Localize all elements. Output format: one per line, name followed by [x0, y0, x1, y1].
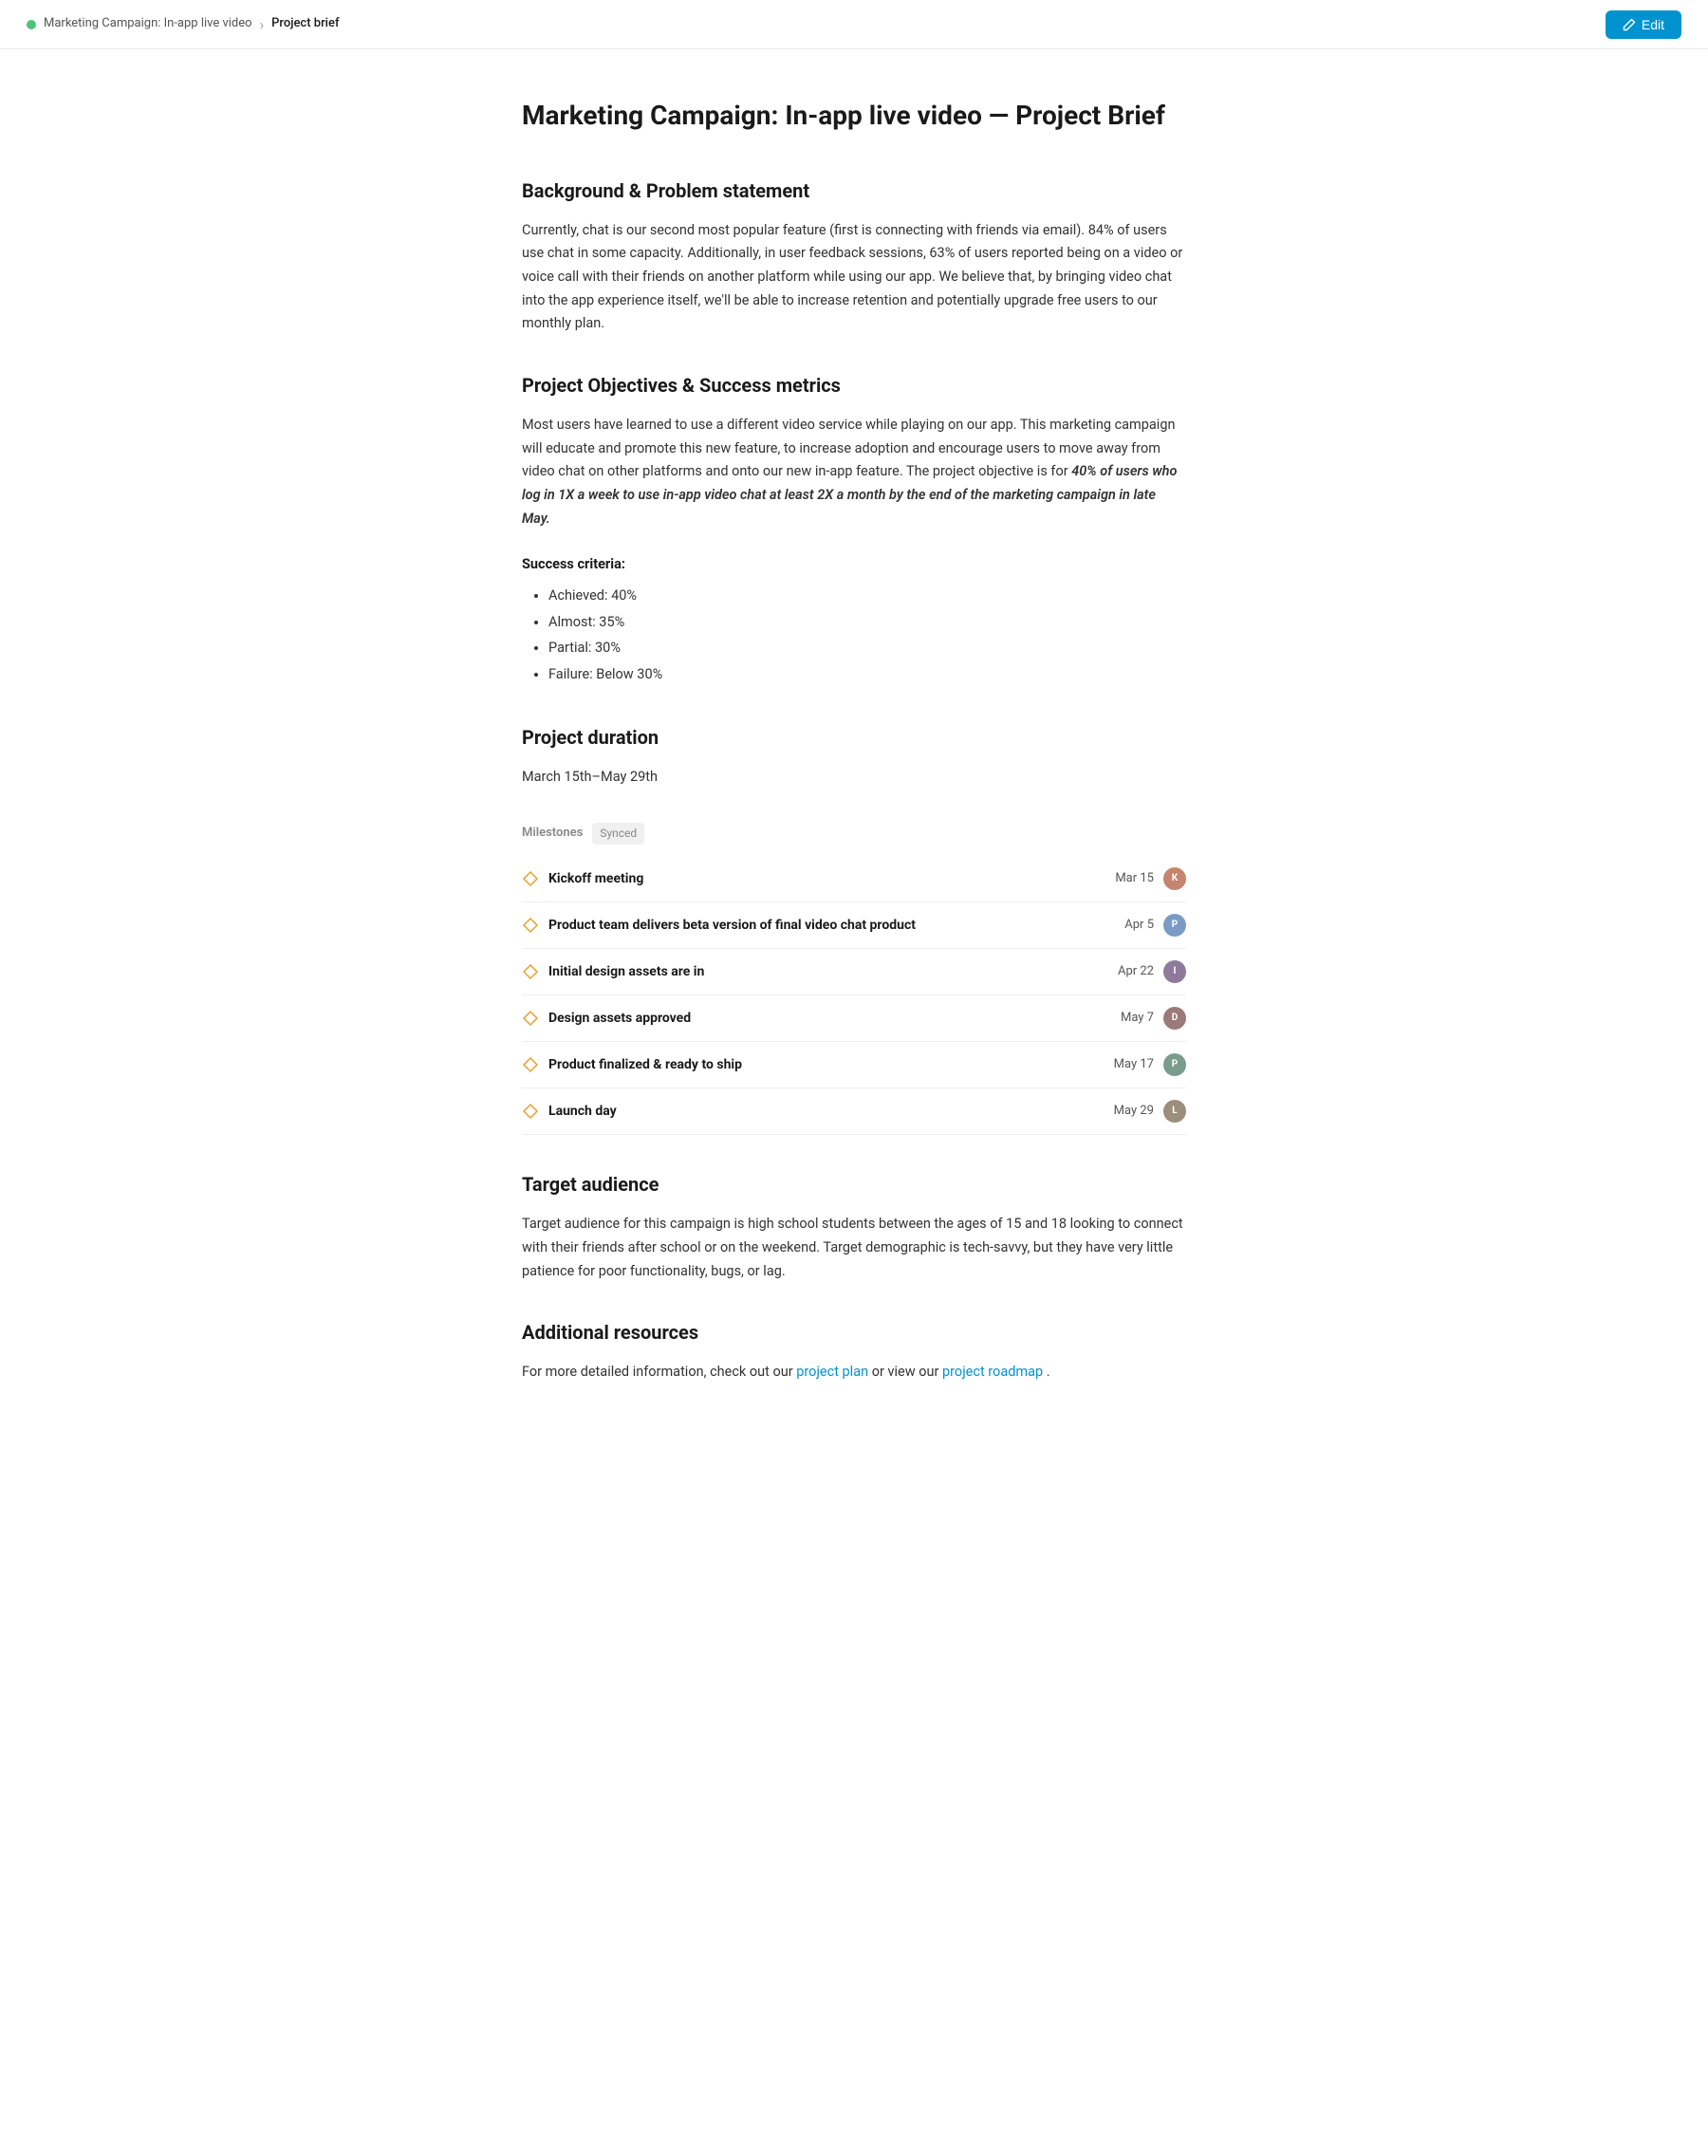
edit-button[interactable]: Edit	[1606, 10, 1681, 39]
target-heading: Target audience	[522, 1169, 1186, 1199]
milestone-left: Product finalized & ready to ship	[522, 1054, 742, 1075]
milestone-right: Apr 22 I	[1118, 960, 1186, 983]
milestone-row: Kickoff meeting Mar 15 K	[522, 856, 1186, 902]
resources-heading: Additional resources	[522, 1317, 1186, 1348]
section-resources: Additional resources For more detailed i…	[522, 1317, 1186, 1385]
page-content: Marketing Campaign: In-app live video — …	[484, 0, 1224, 1495]
milestone-right: May 17 P	[1114, 1053, 1186, 1076]
milestone-title: Kickoff meeting	[548, 868, 643, 889]
milestone-title: Product team delivers beta version of fi…	[548, 915, 916, 936]
milestone-icon	[522, 917, 539, 934]
milestone-date: Apr 22	[1118, 962, 1154, 982]
milestone-title: Launch day	[548, 1101, 617, 1122]
milestone-row: Initial design assets are in Apr 22 I	[522, 949, 1186, 995]
resources-text-before: For more detailed information, check out…	[522, 1364, 793, 1380]
list-item: Achieved: 40%	[548, 583, 1186, 609]
list-item: Almost: 35%	[548, 609, 1186, 636]
milestones-section: Milestones Synced Kickoff meeting Mar 15…	[522, 823, 1186, 1135]
milestone-left: Kickoff meeting	[522, 868, 643, 889]
duration-heading: Project duration	[522, 722, 1186, 753]
milestone-right: Apr 5 P	[1124, 914, 1186, 937]
milestone-icon	[522, 1056, 539, 1073]
milestone-right: May 7 D	[1121, 1007, 1186, 1030]
synced-badge: Synced	[592, 823, 644, 845]
section-objectives: Project Objectives & Success metrics Mos…	[522, 370, 1186, 688]
breadcrumb-separator: ›	[260, 13, 265, 36]
section-background: Background & Problem statement Currently…	[522, 176, 1186, 336]
milestone-row: Launch day May 29 L	[522, 1088, 1186, 1135]
milestones-label: Milestones	[522, 824, 583, 844]
milestone-row: Design assets approved May 7 D	[522, 995, 1186, 1042]
milestone-date: Mar 15	[1115, 869, 1154, 889]
milestone-row: Product finalized & ready to ship May 17…	[522, 1042, 1186, 1088]
breadcrumb-current: Project brief	[271, 14, 339, 34]
milestone-icon	[522, 1010, 539, 1027]
avatar: K	[1163, 867, 1186, 890]
milestone-left: Product team delivers beta version of fi…	[522, 915, 916, 936]
list-item: Failure: Below 30%	[548, 661, 1186, 688]
background-heading: Background & Problem statement	[522, 176, 1186, 206]
edit-icon	[1623, 18, 1636, 31]
milestone-date: May 7	[1121, 1009, 1154, 1029]
milestone-icon	[522, 1103, 539, 1120]
avatar: P	[1163, 914, 1186, 937]
milestone-left: Initial design assets are in	[522, 961, 704, 982]
list-item: Partial: 30%	[548, 635, 1186, 661]
milestone-left: Design assets approved	[522, 1008, 691, 1029]
background-text: Currently, chat is our second most popul…	[522, 219, 1186, 336]
milestone-right: Mar 15 K	[1115, 867, 1186, 890]
objectives-heading: Project Objectives & Success metrics	[522, 370, 1186, 400]
duration-text: March 15th–May 29th	[522, 766, 1186, 790]
milestone-icon	[522, 963, 539, 980]
milestone-title: Initial design assets are in	[548, 961, 704, 982]
breadcrumb-parent[interactable]: Marketing Campaign: In-app live video	[44, 14, 252, 34]
avatar: L	[1163, 1100, 1186, 1123]
breadcrumb: Marketing Campaign: In-app live video › …	[27, 13, 340, 36]
milestones-header: Milestones Synced	[522, 823, 1186, 845]
milestone-date: May 17	[1114, 1055, 1154, 1075]
project-plan-link[interactable]: project plan	[796, 1364, 868, 1380]
target-text: Target audience for this campaign is hig…	[522, 1213, 1186, 1283]
section-target: Target audience Target audience for this…	[522, 1169, 1186, 1283]
page-title: Marketing Campaign: In-app live video — …	[522, 95, 1186, 138]
avatar: P	[1163, 1053, 1186, 1076]
milestone-right: May 29 L	[1114, 1100, 1186, 1123]
project-roadmap-link[interactable]: project roadmap	[942, 1364, 1043, 1380]
milestone-title: Design assets approved	[548, 1008, 691, 1029]
topbar: Marketing Campaign: In-app live video › …	[0, 0, 1708, 49]
success-criteria-heading: Success criteria:	[522, 553, 1186, 575]
status-dot	[27, 20, 36, 29]
resources-text-after: .	[1047, 1364, 1050, 1380]
resources-text: For more detailed information, check out…	[522, 1361, 1186, 1385]
milestone-row: Product team delivers beta version of fi…	[522, 902, 1186, 949]
section-duration: Project duration March 15th–May 29th	[522, 722, 1186, 790]
avatar: D	[1163, 1007, 1186, 1030]
milestone-date: Apr 5	[1124, 916, 1154, 936]
milestone-left: Launch day	[522, 1101, 617, 1122]
milestone-date: May 29	[1114, 1102, 1154, 1122]
success-criteria-list: Achieved: 40% Almost: 35% Partial: 30% F…	[522, 583, 1186, 687]
resources-text-middle: or view our	[872, 1364, 939, 1380]
milestone-title: Product finalized & ready to ship	[548, 1054, 742, 1075]
avatar: I	[1163, 960, 1186, 983]
objectives-text: Most users have learned to use a differe…	[522, 414, 1186, 530]
milestone-icon	[522, 870, 539, 887]
